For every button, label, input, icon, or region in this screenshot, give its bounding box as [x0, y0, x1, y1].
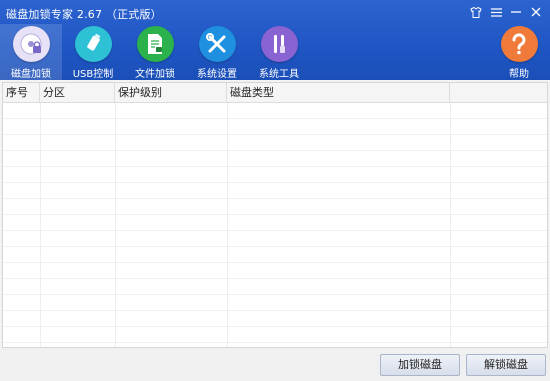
- help-icon: [500, 26, 538, 62]
- unlock-disk-button[interactable]: 解锁磁盘: [466, 354, 546, 376]
- toolbar-label-disk-lock: 磁盘加锁: [11, 69, 51, 80]
- column-header-disk-type[interactable]: 磁盘类型: [227, 83, 450, 103]
- window-controls: [468, 4, 544, 20]
- table-row: [3, 327, 547, 343]
- window-title: 磁盘加锁专家 2.67 （正式版）: [6, 8, 162, 21]
- toolbar-label-help: 帮助: [509, 69, 529, 80]
- table-row: [3, 263, 547, 279]
- footer-bar: 加锁磁盘 解锁磁盘: [0, 348, 550, 381]
- screwdriver-icon: [260, 26, 298, 62]
- toolbar-label-system-settings: 系统设置: [197, 69, 237, 80]
- table-row: [3, 119, 547, 135]
- toolbar-system-tools[interactable]: 系统工具: [248, 24, 310, 80]
- table-row: [3, 295, 547, 311]
- column-header-index[interactable]: 序号: [3, 83, 40, 103]
- table-row: [3, 247, 547, 263]
- table-row: [3, 311, 547, 327]
- toolbar-system-settings[interactable]: 系统设置: [186, 24, 248, 80]
- toolbar-disk-lock[interactable]: 磁盘加锁: [0, 24, 62, 80]
- table-row: [3, 151, 547, 167]
- table-body: [3, 103, 547, 347]
- toolbar-file-lock[interactable]: 文件加锁: [124, 24, 186, 80]
- column-header-filler: [450, 83, 547, 103]
- minimize-icon[interactable]: [508, 4, 524, 20]
- column-header-protection-level[interactable]: 保护级别: [115, 83, 227, 103]
- table-row: [3, 279, 547, 295]
- toolbar-help[interactable]: 帮助: [488, 24, 550, 80]
- column-header-partition[interactable]: 分区: [40, 83, 115, 103]
- menu-icon[interactable]: [488, 4, 504, 20]
- usb-icon: [74, 26, 112, 62]
- table-row: [3, 231, 547, 247]
- toolbar-label-system-tools: 系统工具: [259, 69, 299, 80]
- file-lock-icon: [136, 26, 174, 62]
- toolbar-usb-control[interactable]: USB控制: [62, 24, 124, 80]
- table-row: [3, 103, 547, 119]
- close-icon[interactable]: [528, 4, 544, 20]
- table-header: 序号 分区 保护级别 磁盘类型: [3, 83, 547, 103]
- partition-table[interactable]: 序号 分区 保护级别 磁盘类型: [2, 82, 548, 348]
- table-row: [3, 215, 547, 231]
- title-bar: 磁盘加锁专家 2.67 （正式版） 磁盘加锁 USB控制 文件加锁 系统设置 系…: [0, 0, 550, 80]
- toolbar-label-file-lock: 文件加锁: [135, 69, 175, 80]
- toolbar-label-usb-control: USB控制: [72, 69, 114, 80]
- disk-lock-icon: [12, 26, 50, 62]
- skin-icon[interactable]: [468, 4, 484, 20]
- table-row: [3, 167, 547, 183]
- table-row: [3, 183, 547, 199]
- table-row: [3, 135, 547, 151]
- main-toolbar: 磁盘加锁 USB控制 文件加锁 系统设置 系统工具 帮助: [0, 24, 550, 80]
- lock-disk-button[interactable]: 加锁磁盘: [380, 354, 460, 376]
- table-row: [3, 199, 547, 215]
- tools-icon: [198, 26, 236, 62]
